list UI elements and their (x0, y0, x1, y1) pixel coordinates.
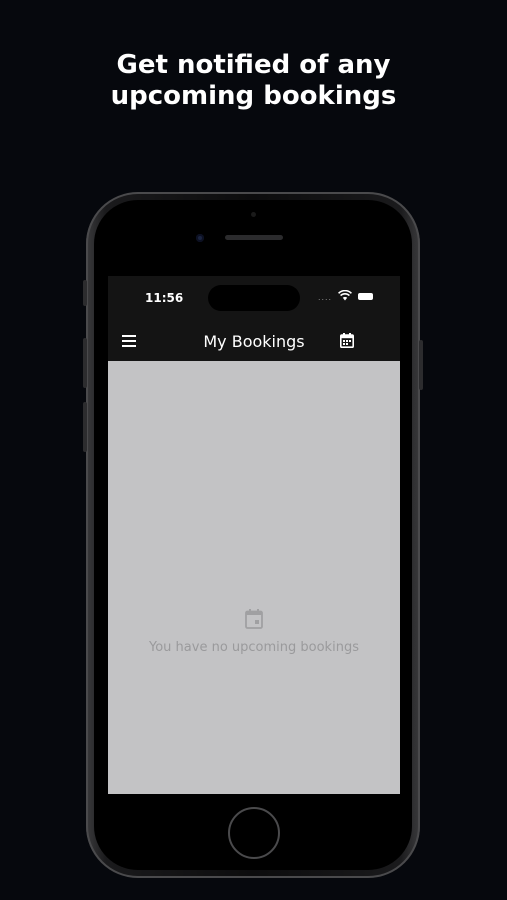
promo-headline: Get notified of any upcoming bookings (0, 50, 507, 112)
promo-headline-line1: Get notified of any (116, 50, 391, 80)
battery-icon (358, 293, 373, 300)
dynamic-island (208, 285, 300, 311)
empty-state: You have no upcoming bookings (108, 609, 400, 655)
earpiece-speaker (225, 235, 283, 240)
silent-switch (83, 280, 87, 306)
volume-down-button (83, 402, 87, 452)
promo-headline-line2: upcoming bookings (110, 81, 397, 111)
app-bar: My Bookings (108, 322, 400, 361)
wifi-icon (338, 290, 352, 301)
home-button[interactable] (228, 807, 280, 859)
page-title: My Bookings (203, 332, 305, 351)
calendar-event-icon (245, 609, 263, 629)
sensor-dot (251, 212, 256, 217)
volume-up-button (83, 338, 87, 388)
calendar-icon[interactable] (340, 333, 354, 348)
front-camera (196, 234, 204, 242)
status-time: 11:56 (145, 291, 184, 305)
signal-icon: .... (318, 292, 333, 302)
status-bar: 11:56 .... (108, 276, 400, 322)
empty-message: You have no upcoming bookings (149, 640, 359, 655)
app-screen: 11:56 .... My Bookings You have no upcom… (108, 276, 400, 794)
power-button (419, 340, 423, 390)
